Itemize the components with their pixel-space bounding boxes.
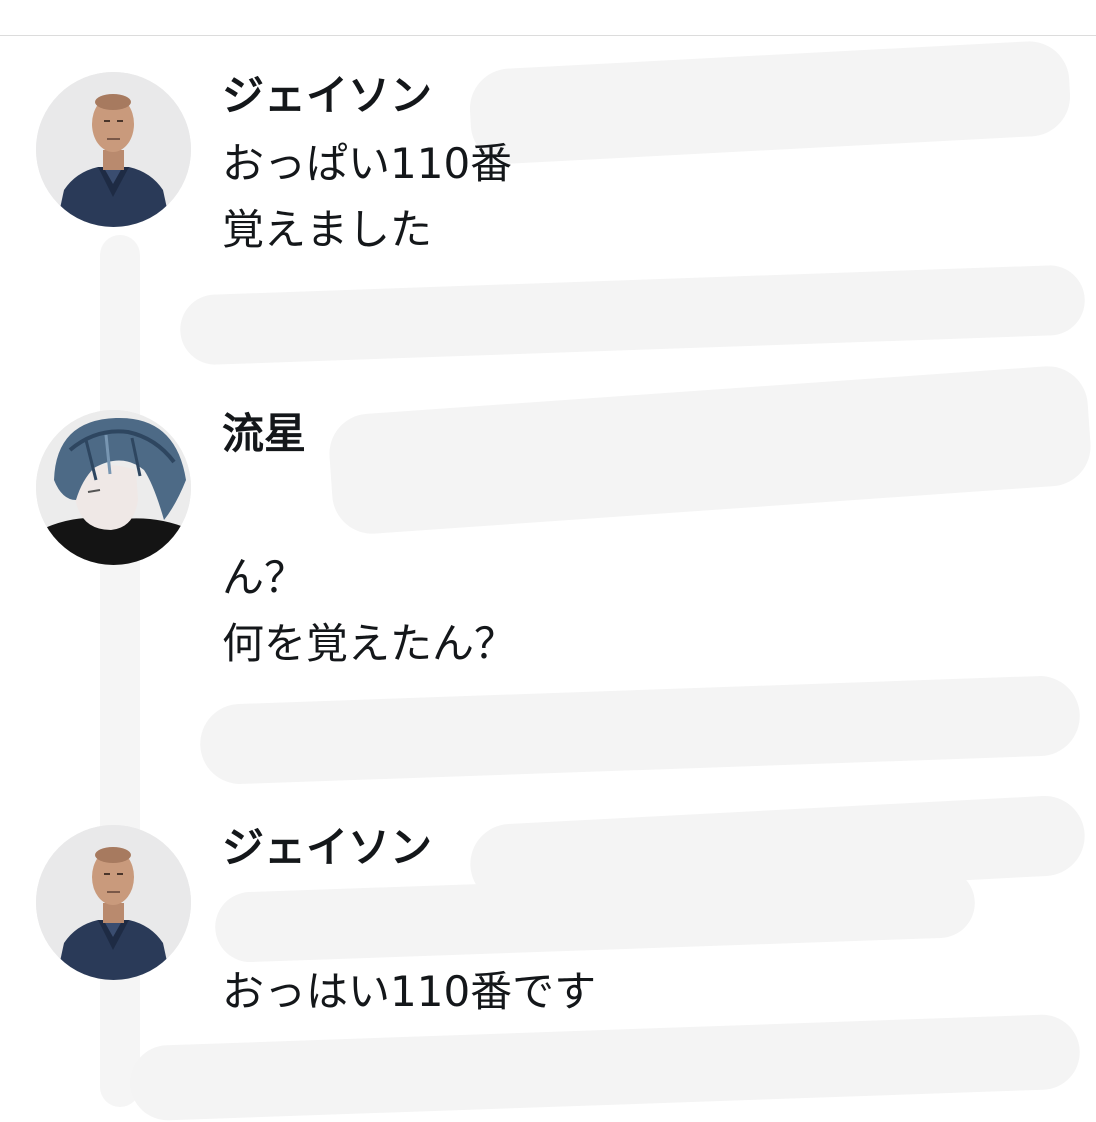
redaction-mark [128, 1013, 1082, 1122]
username[interactable]: ジェイソン [222, 70, 432, 122]
redaction-mark [214, 866, 976, 964]
redaction-mark [179, 264, 1086, 366]
message-line: ん？ [222, 553, 307, 602]
redaction-mark [467, 39, 1073, 166]
blue-hair-anime-boy-avatar-icon[interactable] [36, 410, 191, 565]
message-line: 何を覚えたん？ [222, 619, 517, 668]
username[interactable]: 流星 [222, 408, 306, 460]
message-line: おっぱい110番 [222, 139, 513, 188]
bald-man-avatar-icon[interactable] [36, 825, 191, 980]
redaction-mark [198, 674, 1082, 786]
redaction-mark [326, 363, 1094, 537]
username[interactable]: ジェイソン [222, 822, 432, 874]
bald-man-avatar-icon[interactable] [36, 72, 191, 227]
message-line: 覚えました [222, 205, 433, 254]
message-line: おっはい110番です [222, 967, 597, 1016]
top-divider [0, 35, 1096, 36]
